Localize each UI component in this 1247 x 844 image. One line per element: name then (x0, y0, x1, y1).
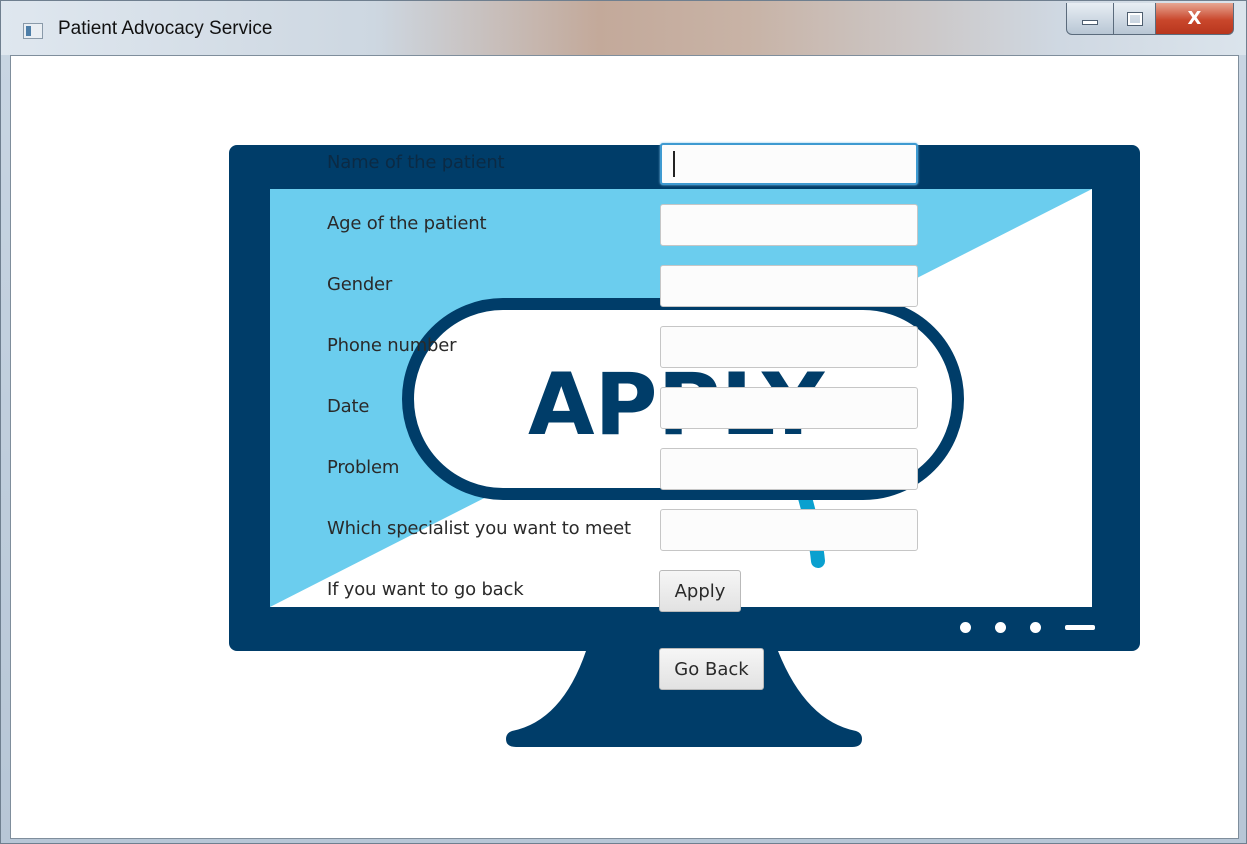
app-window-icon (23, 23, 43, 39)
label-specialist: Which specialist you want to meet (327, 518, 631, 539)
problem-input[interactable] (660, 448, 918, 490)
window-title: Patient Advocacy Service (58, 18, 273, 39)
close-button[interactable]: X (1156, 3, 1234, 35)
indicator-dot (1030, 622, 1041, 633)
label-patient-name: Name of the patient (327, 152, 505, 173)
go-back-button[interactable]: Go Back (659, 648, 764, 690)
specialist-input[interactable] (660, 509, 918, 551)
label-problem: Problem (327, 457, 400, 478)
maximize-button[interactable] (1114, 3, 1156, 35)
label-go-back-prompt: If you want to go back (327, 579, 524, 600)
patient-name-input[interactable] (660, 143, 918, 185)
label-patient-age: Age of the patient (327, 213, 487, 234)
indicator-dot (960, 622, 971, 633)
phone-number-input[interactable] (660, 326, 918, 368)
patient-age-input[interactable] (660, 204, 918, 246)
text-caret (673, 151, 675, 177)
label-phone-number: Phone number (327, 335, 457, 356)
label-gender: Gender (327, 274, 393, 295)
minimize-button[interactable] (1066, 3, 1114, 35)
gender-input[interactable] (660, 265, 918, 307)
maximize-icon (1126, 11, 1143, 26)
minimize-icon (1082, 20, 1098, 25)
date-input[interactable] (660, 387, 918, 429)
label-date: Date (327, 396, 370, 417)
title-bar[interactable]: Patient Advocacy Service X (1, 1, 1246, 55)
monitor-indicator-dots (960, 622, 1095, 633)
window-content: APPLY Name of the patient Age of the pat… (10, 55, 1239, 839)
indicator-dash (1065, 625, 1095, 630)
close-icon: X (1187, 8, 1202, 29)
apply-button[interactable]: Apply (659, 570, 741, 612)
application-window: Patient Advocacy Service X APPLY (0, 0, 1247, 844)
window-controls: X (1066, 3, 1234, 35)
indicator-dot (995, 622, 1006, 633)
